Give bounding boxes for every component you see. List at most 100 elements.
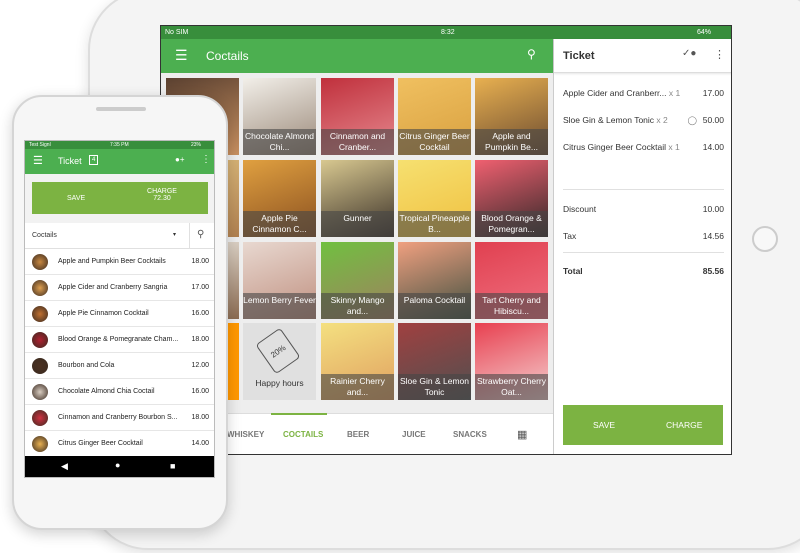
tab-snacks[interactable]: SNACKS bbox=[453, 430, 487, 439]
product-tile[interactable]: Apple and Pumpkin Be... bbox=[475, 78, 548, 155]
product-tile[interactable]: Chocolate Almond Chi... bbox=[243, 78, 316, 155]
item-price: 14.00 bbox=[191, 440, 209, 447]
item-price: 17.00 bbox=[191, 284, 209, 291]
item-price: 12.00 bbox=[191, 362, 209, 369]
product-tile[interactable]: 20% Happy hours bbox=[243, 323, 316, 400]
product-tile[interactable]: Blood Orange & Pomegran... bbox=[475, 160, 548, 237]
item-qty: x 1 bbox=[668, 142, 680, 152]
save-button[interactable]: SAVE bbox=[593, 420, 615, 430]
carrier: No SIM bbox=[165, 29, 189, 36]
tablet-app-bar: ☰ Coctails ⚲ bbox=[161, 39, 553, 73]
product-tile[interactable]: Gunner bbox=[321, 160, 394, 237]
price-tag-icon: 20% bbox=[255, 327, 301, 375]
product-tile[interactable]: Tropical Pineapple B... bbox=[398, 160, 471, 237]
item-price: 50.00 bbox=[702, 115, 724, 125]
back-icon[interactable]: ◀ bbox=[61, 461, 68, 472]
item-name: Sloe Gin & Lemon Tonic bbox=[563, 115, 655, 125]
charge-amount: 72.30 bbox=[153, 195, 171, 202]
list-item[interactable]: Apple Cider and Cranberry Sangria 17.00 bbox=[25, 275, 214, 301]
product-tile[interactable]: Rainier Cherry and... bbox=[321, 323, 394, 400]
category-label: Coctails bbox=[32, 232, 57, 239]
tile-label: Rainier Cherry and... bbox=[321, 374, 394, 400]
tile-label: Lemon Berry Fever bbox=[243, 293, 316, 319]
list-item[interactable]: Apple Pie Cinnamon Cocktail 16.00 bbox=[25, 301, 214, 327]
ticket-title: Ticket bbox=[563, 50, 595, 62]
page-title: Coctails bbox=[206, 49, 249, 63]
ticket-item[interactable]: Citrus Ginger Beer Cocktail x 1 14.00 bbox=[563, 142, 724, 152]
active-tab-indicator bbox=[271, 413, 327, 415]
product-tile[interactable]: Sloe Gin & Lemon Tonic bbox=[398, 323, 471, 400]
charge-button[interactable]: CHARGE 72.30 bbox=[142, 188, 182, 202]
tax-value: 14.56 bbox=[702, 231, 724, 241]
tile-label: Tropical Pineapple B... bbox=[398, 211, 471, 237]
phone-status-bar: Test Signl 7:35 PM 23% bbox=[25, 141, 214, 149]
product-thumbnail bbox=[32, 358, 48, 374]
item-name: Apple Cider and Cranberr... bbox=[563, 88, 667, 98]
save-button[interactable]: SAVE bbox=[67, 195, 85, 202]
discount-tag-icon: ◯ bbox=[687, 115, 697, 125]
charge-button[interactable]: CHARGE bbox=[666, 420, 702, 430]
tab-coctails[interactable]: COCTAILS bbox=[283, 430, 323, 439]
tab-juice[interactable]: JUICE bbox=[402, 430, 426, 439]
ticket-item[interactable]: Apple Cider and Cranberr... x 1 17.00 bbox=[563, 88, 724, 98]
battery: 23% bbox=[191, 142, 202, 148]
item-name: Cinnamon and Cranberry Bourbon S... bbox=[58, 414, 178, 421]
list-item[interactable]: Bourbon and Cola 12.00 bbox=[25, 353, 214, 379]
total-value: 85.56 bbox=[702, 266, 724, 276]
item-name: Blood Orange & Pomegranate Cham... bbox=[58, 336, 179, 343]
more-options-icon[interactable]: ⋮ bbox=[714, 48, 725, 61]
battery: 64% bbox=[697, 29, 712, 36]
item-name: Apple and Pumpkin Beer Cocktails bbox=[58, 258, 166, 265]
category-selector[interactable]: Coctails ▾ ⚲ bbox=[25, 223, 214, 249]
add-customer-icon[interactable]: ✓● bbox=[682, 48, 696, 59]
product-tile[interactable]: Paloma Cocktail bbox=[398, 242, 471, 319]
ticket-item[interactable]: Sloe Gin & Lemon Tonic x 2 ◯ 50.00 bbox=[563, 115, 724, 125]
list-item[interactable]: Citrus Ginger Beer Cocktail 14.00 bbox=[25, 431, 214, 457]
home-icon[interactable]: ● bbox=[115, 460, 120, 470]
tile-label: Tart Cherry and Hibiscu... bbox=[475, 293, 548, 319]
list-item[interactable]: Blood Orange & Pomegranate Cham... 18.00 bbox=[25, 327, 214, 353]
tab-whiskey[interactable]: WHISKEY bbox=[227, 430, 264, 439]
ticket-count-badge: 4 bbox=[89, 155, 99, 165]
total-label: Total bbox=[563, 266, 583, 276]
grid-view-icon[interactable]: ▦ bbox=[517, 428, 527, 441]
product-tile[interactable]: Cinnamon and Cranber... bbox=[321, 78, 394, 155]
ticket-panel: Ticket ✓● ⋮ Apple Cider and Cranberr... … bbox=[553, 39, 731, 454]
product-tile[interactable]: Skinny Mango and... bbox=[321, 242, 394, 319]
clock: 8:32 bbox=[441, 29, 455, 36]
search-icon[interactable]: ⚲ bbox=[197, 229, 204, 240]
product-tile[interactable]: Strawberry Cherry Oat... bbox=[475, 323, 548, 400]
phone-screen: Test Signl 7:35 PM 23% ☰ Ticket 4 ●+ ⋮ S… bbox=[24, 140, 215, 478]
save-charge-buttons: SAVE CHARGE bbox=[563, 405, 723, 445]
phone-speaker bbox=[96, 107, 146, 111]
item-name: Apple Cider and Cranberry Sangria bbox=[58, 284, 168, 291]
tablet-status-bar: No SIM 8:32 64% bbox=[161, 26, 731, 39]
more-options-icon[interactable]: ⋮ bbox=[201, 154, 211, 165]
item-name: Apple Pie Cinnamon Cocktail bbox=[58, 310, 149, 317]
product-tile[interactable]: Apple Pie Cinnamon C... bbox=[243, 160, 316, 237]
tile-label: Sloe Gin & Lemon Tonic bbox=[398, 374, 471, 400]
product-thumbnail bbox=[32, 306, 48, 322]
recents-icon[interactable]: ■ bbox=[170, 461, 175, 471]
search-icon[interactable]: ⚲ bbox=[527, 47, 536, 61]
item-price: 14.00 bbox=[702, 142, 724, 152]
add-customer-icon[interactable]: ●+ bbox=[175, 155, 185, 164]
product-tile[interactable]: Tart Cherry and Hibiscu... bbox=[475, 242, 548, 319]
tablet-home-button[interactable] bbox=[752, 226, 778, 252]
tab-beer[interactable]: BEER bbox=[347, 430, 369, 439]
tile-label: Apple and Pumpkin Be... bbox=[475, 129, 548, 155]
list-item[interactable]: Apple and Pumpkin Beer Cocktails 18.00 bbox=[25, 249, 214, 275]
charge-label: CHARGE bbox=[147, 188, 177, 195]
list-item[interactable]: Chocolate Almond Chia Coctail 16.00 bbox=[25, 379, 214, 405]
product-tile[interactable]: Lemon Berry Fever bbox=[243, 242, 316, 319]
hamburger-icon[interactable]: ☰ bbox=[175, 47, 188, 64]
hamburger-icon[interactable]: ☰ bbox=[33, 154, 43, 167]
tile-label: Apple Pie Cinnamon C... bbox=[243, 211, 316, 237]
item-name: Chocolate Almond Chia Coctail bbox=[58, 388, 155, 395]
item-name: Citrus Ginger Beer Cocktail bbox=[563, 142, 666, 152]
item-name: Citrus Ginger Beer Cocktail bbox=[58, 440, 143, 447]
list-item[interactable]: Cinnamon and Cranberry Bourbon S... 18.00 bbox=[25, 405, 214, 431]
carrier: Test Signl bbox=[29, 142, 51, 148]
tile-label: Skinny Mango and... bbox=[321, 293, 394, 319]
product-tile[interactable]: Citrus Ginger Beer Cocktail bbox=[398, 78, 471, 155]
